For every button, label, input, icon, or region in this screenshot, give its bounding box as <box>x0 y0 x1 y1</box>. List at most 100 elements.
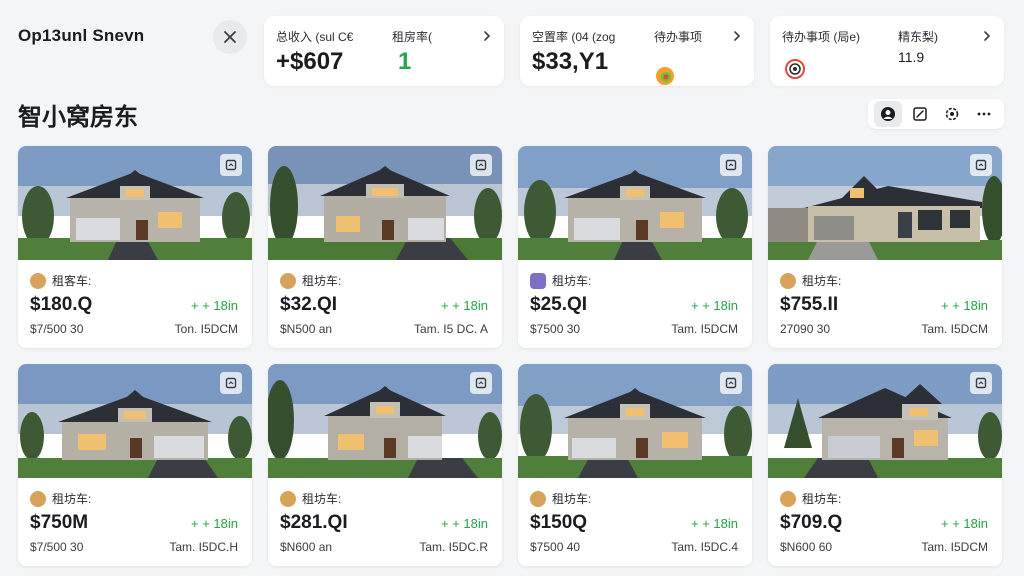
property-price: $281.QI <box>280 512 348 533</box>
property-meta: Tam. I5DCM <box>671 322 738 336</box>
user-icon <box>881 107 895 121</box>
favorite-button[interactable] <box>220 154 242 176</box>
property-price: $755.II <box>780 294 839 315</box>
avatar <box>780 272 796 289</box>
property-meta: Tam. I5DCM <box>921 322 988 336</box>
bookmark-icon <box>725 377 737 389</box>
property-card[interactable]: 租坊车: $755.II + + 18in 27090 30 Tam. I5DC… <box>768 146 1002 348</box>
price-change: + + 18in <box>941 516 988 531</box>
stat-value: $33,Y1 <box>532 48 609 75</box>
property-meta: 27090 30 <box>780 322 831 336</box>
property-meta: Ton. I5DCM <box>174 322 238 336</box>
stat-card-vacancy[interactable]: 空置率 (04 (zog 待办事项 $33,Y1 <box>520 16 754 86</box>
avatar <box>530 490 546 507</box>
property-card[interactable]: 租坊车: $750M + + 18in $7/500 30 Tam. I5DC.… <box>18 364 252 566</box>
toolbar-edit-button[interactable] <box>906 101 934 127</box>
house-photo <box>518 146 752 260</box>
stat-label: 待办事项 (局e) <box>782 30 861 44</box>
property-price: $25.QI <box>530 294 588 315</box>
house-photo <box>268 146 502 260</box>
view-toolbar <box>868 99 1004 129</box>
property-card[interactable]: 租客车: $180.Q + + 18in $7/500 30 Ton. I5DC… <box>18 146 252 348</box>
favorite-button[interactable] <box>470 372 492 394</box>
bookmark-icon <box>475 159 487 171</box>
property-meta: $N600 an <box>280 540 333 554</box>
house-photo <box>768 364 1002 478</box>
owner-row: 租客车: <box>30 272 91 289</box>
price-change: + + 18in <box>191 298 238 313</box>
stat-card-revenue[interactable]: 总收入 (sul C€ 租房率( +$607 1 <box>264 16 504 86</box>
bookmark-icon <box>475 377 487 389</box>
more-icon <box>977 112 991 116</box>
edit-icon <box>913 107 927 121</box>
avatar <box>30 490 46 507</box>
favorite-button[interactable] <box>220 372 242 394</box>
price-change: + + 18in <box>941 298 988 313</box>
favorite-button[interactable] <box>720 372 742 394</box>
stat-value: 1 <box>398 48 412 75</box>
bookmark-icon <box>975 159 987 171</box>
property-meta: Tam. I5 DC. A <box>413 322 488 336</box>
price-change: + + 18in <box>441 516 488 531</box>
property-meta: $7/500 30 <box>30 540 84 554</box>
property-meta: $N600 60 <box>780 540 833 554</box>
toolbar-settings-button[interactable] <box>938 101 966 127</box>
price-change: + + 18in <box>691 516 738 531</box>
property-meta: Tam. I5DC.R <box>419 540 488 554</box>
property-card[interactable]: 租坊车: $709.Q + + 18in $N600 60 Tam. I5DCM <box>768 364 1002 566</box>
owner-name: 租坊车: <box>802 274 842 288</box>
page-title: 智小窝房东 <box>18 104 138 131</box>
property-price: $750M <box>30 512 89 533</box>
owner-row: 租坊车: <box>280 490 341 507</box>
favorite-button[interactable] <box>970 372 992 394</box>
stat-label: 精东梨) <box>898 30 938 44</box>
chevron-right-icon[interactable] <box>732 30 742 42</box>
owner-name: 租坊车: <box>302 274 342 288</box>
property-price: $150Q <box>530 512 588 533</box>
property-card[interactable]: 租坊车: $150Q + + 18in $7500 40 Tam. I5DC.4 <box>518 364 752 566</box>
stat-label: 空置率 (04 (zog <box>532 30 616 44</box>
owner-name: 租坊车: <box>52 492 92 506</box>
bookmark-icon <box>725 159 737 171</box>
property-card[interactable]: 租坊车: $25.QI + + 18in $7500 30 Tam. I5DCM <box>518 146 752 348</box>
house-photo <box>768 146 1002 260</box>
property-meta: $7/500 30 <box>30 322 84 336</box>
close-button[interactable] <box>213 20 247 54</box>
avatar <box>780 490 796 507</box>
close-icon <box>224 31 236 43</box>
owner-name: 租坊车: <box>552 492 592 506</box>
favorite-button[interactable] <box>970 154 992 176</box>
settings-icon <box>945 107 959 121</box>
property-meta: $7500 30 <box>530 322 581 336</box>
owner-name: 租客车: <box>52 274 92 288</box>
alert-icon <box>785 59 805 79</box>
stat-label: 总收入 (sul C€ <box>276 30 354 44</box>
property-card[interactable]: 租坊车: $32.QI + + 18in $N500 an Tam. I5 DC… <box>268 146 502 348</box>
avatar <box>280 490 296 507</box>
property-grid: 租客车: $180.Q + + 18in $7/500 30 Ton. I5DC… <box>18 146 1006 566</box>
toolbar-more-button[interactable] <box>970 101 998 127</box>
stat-label: 租房率( <box>392 30 432 44</box>
chevron-right-icon[interactable] <box>482 30 492 42</box>
avatar <box>530 272 546 289</box>
property-meta: Tam. I5DC.4 <box>671 540 738 554</box>
toolbar-user-button[interactable] <box>874 101 902 127</box>
property-price: $709.Q <box>780 512 843 533</box>
stat-value: +$607 <box>276 48 344 75</box>
chevron-right-icon[interactable] <box>982 30 992 42</box>
price-change: + + 18in <box>441 298 488 313</box>
favorite-button[interactable] <box>470 154 492 176</box>
house-photo <box>18 364 252 478</box>
owner-name: 租坊车: <box>302 492 342 506</box>
price-change: + + 18in <box>691 298 738 313</box>
property-card[interactable]: 租坊车: $281.QI + + 18in $N600 an Tam. I5DC… <box>268 364 502 566</box>
favorite-button[interactable] <box>720 154 742 176</box>
property-price: $180.Q <box>30 294 93 315</box>
stat-card-todo[interactable]: 待办事项 (局e) 精东梨) 11.9 <box>770 16 1004 86</box>
owner-row: 租坊车: <box>530 490 591 507</box>
stat-value: 11.9 <box>898 49 925 65</box>
property-meta: Tam. I5DCM <box>921 540 988 554</box>
property-meta: $N500 an <box>280 322 333 336</box>
owner-name: 租坊车: <box>552 274 592 288</box>
property-price: $32.QI <box>280 294 338 315</box>
